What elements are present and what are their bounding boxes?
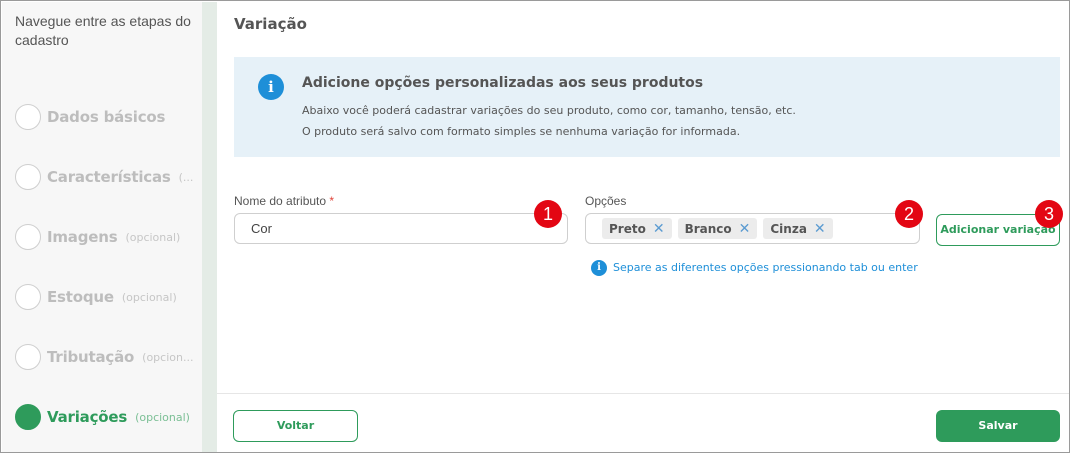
sidebar: Navegue entre as etapas do cadastro Dado… (2, 2, 202, 452)
step-optional-tag: (opcion... (142, 350, 194, 364)
back-button[interactable]: Voltar (233, 410, 358, 442)
page-title: Variação (234, 15, 307, 33)
option-tag-cinza: Cinza ✕ (763, 218, 833, 239)
step-variacoes[interactable]: Variações (opcional) (15, 403, 201, 431)
step-circle-icon (15, 164, 41, 190)
info-text-line-1: Abaixo você poderá cadastrar variações d… (302, 104, 796, 117)
sidebar-title: Navegue entre as etapas do cadastro (15, 13, 191, 48)
tag-label: Branco (684, 221, 732, 236)
step-optional-tag: (... (178, 170, 194, 184)
info-icon: i (258, 74, 284, 100)
step-label: Tributação (47, 348, 135, 366)
step-estoque[interactable]: Estoque (opcional) (15, 283, 201, 311)
info-banner: i Adicione opções personalizadas aos seu… (234, 57, 1060, 157)
main-panel: Variação i Adicione opções personalizada… (217, 2, 1069, 452)
remove-tag-icon[interactable]: ✕ (739, 222, 751, 236)
tag-label: Cinza (770, 221, 807, 236)
attribute-name-label-text: Nome do atributo (234, 194, 327, 208)
step-circle-icon (15, 344, 41, 370)
step-label: Dados básicos (47, 108, 166, 126)
step-circle-icon (15, 104, 41, 130)
step-imagens[interactable]: Imagens (opcional) (15, 223, 201, 251)
step-circle-icon (15, 284, 41, 310)
attribute-name-label: Nome do atributo * (234, 194, 334, 208)
sidebar-divider (202, 2, 217, 452)
callout-badge-2: 2 (895, 200, 923, 228)
step-circle-icon (15, 404, 41, 430)
remove-tag-icon[interactable]: ✕ (653, 222, 665, 236)
callout-badge-3: 3 (1035, 200, 1063, 228)
step-tributacao[interactable]: Tributação (opcion... (15, 343, 201, 371)
save-button[interactable]: Salvar (936, 410, 1060, 442)
callout-badge-1: 1 (534, 200, 562, 228)
step-label: Imagens (47, 228, 118, 246)
info-heading: Adicione opções personalizadas aos seus … (302, 75, 704, 91)
option-tag-preto: Preto ✕ (602, 218, 672, 239)
step-caracteristicas[interactable]: Características (... (15, 163, 201, 191)
options-label: Opções (585, 194, 627, 208)
info-text-line-2: O produto será salvo com formato simples… (302, 125, 741, 138)
step-circle-icon (15, 224, 41, 250)
step-label: Variações (47, 408, 128, 426)
step-label: Estoque (47, 288, 114, 306)
app-window: Navegue entre as etapas do cadastro Dado… (0, 0, 1070, 453)
step-optional-tag: (opcional) (121, 290, 177, 304)
step-optional-tag: (opcional) (135, 410, 190, 424)
required-mark: * (329, 194, 335, 208)
options-hint: Separe as diferentes opções pressionando… (613, 261, 918, 274)
remove-tag-icon[interactable]: ✕ (814, 222, 826, 236)
step-label: Características (47, 168, 171, 186)
hint-info-icon: i (591, 260, 607, 276)
footer-divider (217, 393, 1069, 394)
options-tags-input[interactable]: Preto ✕ Branco ✕ Cinza ✕ (585, 213, 920, 244)
step-dados-basicos[interactable]: Dados básicos (15, 103, 201, 131)
step-optional-tag: (opcional) (125, 230, 181, 244)
option-tag-branco: Branco ✕ (677, 218, 758, 239)
tag-label: Preto (609, 221, 646, 236)
attribute-name-input[interactable]: Cor (234, 213, 568, 244)
